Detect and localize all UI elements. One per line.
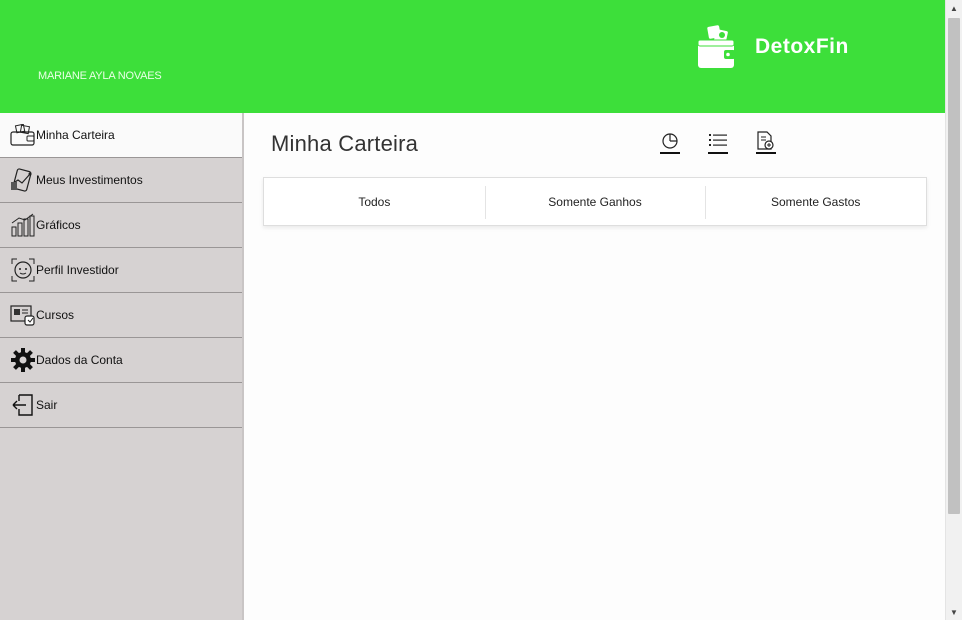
sidebar-item-label: Dados da Conta [36, 353, 123, 367]
sidebar-item-meus-investimentos[interactable]: Meus Investimentos [0, 158, 242, 203]
sidebar-item-label: Gráficos [36, 218, 81, 232]
brand[interactable]: DetoxFin [697, 24, 849, 70]
sidebar-item-sair[interactable]: Sair [0, 383, 242, 428]
filter-somente-ganhos[interactable]: Somente Ganhos [484, 178, 706, 225]
list-icon[interactable] [705, 129, 731, 155]
brand-name: DetoxFin [755, 35, 849, 58]
page-title: Minha Carteira [271, 131, 419, 156]
sidebar-item-label: Cursos [36, 308, 75, 322]
scroll-thumb[interactable] [948, 18, 960, 514]
courses-icon [10, 302, 36, 328]
gear-icon [10, 347, 36, 373]
pie-chart-icon[interactable] [657, 129, 683, 155]
sidebar-item-perfil-investidor[interactable]: Perfil Investidor [0, 248, 242, 293]
view-toolbar [657, 129, 801, 155]
sidebar-item-minha-carteira[interactable]: Minha Carteira [0, 113, 242, 158]
bar-chart-icon [10, 212, 36, 238]
scroll-down-arrow-icon[interactable]: ▼ [946, 604, 962, 620]
sidebar-item-graficos[interactable]: Gráficos [0, 203, 242, 248]
filter-todos[interactable]: Todos [264, 178, 485, 225]
face-profile-icon [10, 257, 36, 283]
main-content: Minha Carteira Todos Somente Ganhos Some… [245, 113, 945, 620]
user-name: MARIANE AYLA NOVAES [38, 70, 162, 82]
sidebar: Minha Carteira Meus Investimentos Gráfic… [0, 113, 244, 620]
logout-icon [10, 392, 36, 418]
filter-tabs: Todos Somente Ganhos Somente Gastos [263, 177, 927, 226]
sidebar-item-label: Sair [36, 398, 58, 412]
header: MARIANE AYLA NOVAES DetoxFin [0, 0, 945, 113]
add-document-icon[interactable] [753, 129, 779, 155]
investments-icon [10, 167, 36, 193]
sidebar-item-cursos[interactable]: Cursos [0, 293, 242, 338]
sidebar-item-label: Meus Investimentos [36, 173, 143, 187]
vertical-scrollbar[interactable]: ▲ ▼ [945, 0, 962, 620]
app-window: MARIANE AYLA NOVAES DetoxFin Minha Carte… [0, 0, 962, 620]
sidebar-item-label: Minha Carteira [36, 128, 115, 142]
scroll-up-arrow-icon[interactable]: ▲ [946, 0, 962, 16]
sidebar-item-label: Perfil Investidor [36, 263, 119, 277]
filter-somente-gastos[interactable]: Somente Gastos [705, 178, 926, 225]
sidebar-item-dados-da-conta[interactable]: Dados da Conta [0, 338, 242, 383]
wallet-icon [697, 25, 735, 68]
wallet-icon [10, 122, 36, 148]
